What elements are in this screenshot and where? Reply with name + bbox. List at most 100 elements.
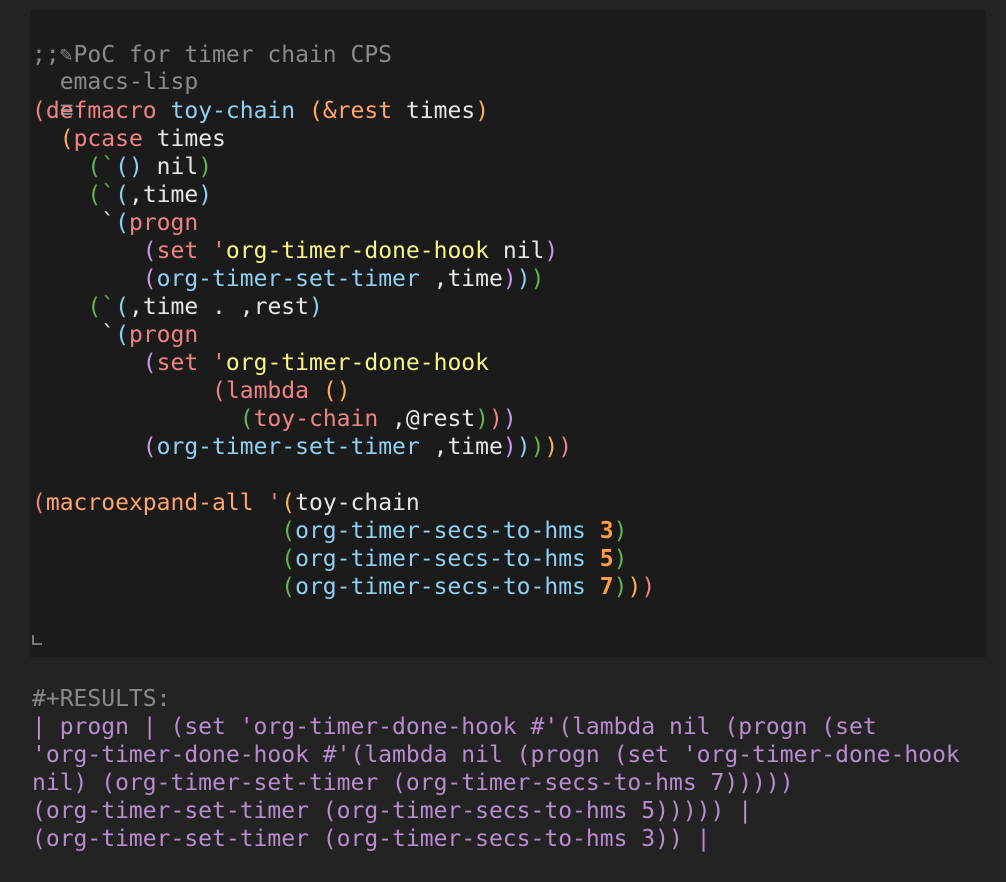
code-token: &rest bbox=[322, 98, 393, 124]
code-token: ) bbox=[502, 406, 517, 432]
code-line: (org-timer-set-timer ,time))) bbox=[32, 265, 545, 293]
code-token: ` bbox=[101, 182, 116, 208]
code-token: toy-chain bbox=[253, 406, 379, 432]
code-token: toy-chain bbox=[295, 490, 420, 516]
code-token: ' bbox=[267, 490, 282, 516]
results-line: nil) (org-timer-set-timer (org-timer-sec… bbox=[32, 770, 794, 796]
code-line: `(progn bbox=[32, 321, 198, 349]
code-line: (defmacro toy-chain (&rest times) bbox=[32, 97, 489, 125]
code-token: ( bbox=[59, 126, 74, 152]
code-token: toy-chain bbox=[170, 98, 296, 124]
language-label: emacs-lisp bbox=[59, 69, 199, 95]
code-token: ( bbox=[115, 294, 129, 320]
code-token: ( bbox=[115, 210, 129, 236]
code-line: (set 'org-timer-done-hook bbox=[32, 349, 489, 377]
code-token: ( bbox=[87, 182, 102, 208]
code-token: org-timer-secs-to-hms bbox=[295, 574, 586, 600]
code-token: ) bbox=[627, 574, 642, 600]
code-token: ) bbox=[530, 266, 545, 292]
code-token: defmacro bbox=[45, 98, 157, 124]
results-line: (org-timer-set-timer (org-timer-secs-to-… bbox=[32, 826, 711, 852]
results-line: 'org-timer-done-hook #'(lambda nil (prog… bbox=[32, 742, 960, 768]
code-token: ,@rest bbox=[378, 406, 476, 432]
code-line: (org-timer-secs-to-hms 7))) bbox=[32, 573, 655, 601]
code-token: ( bbox=[115, 182, 129, 208]
code-token: ) bbox=[641, 574, 656, 600]
code-line: (`(,time) bbox=[32, 181, 212, 209]
code-token: ,time . ,rest bbox=[128, 294, 309, 320]
code-token: ( bbox=[142, 238, 157, 264]
source-block-header[interactable]: ✎ emacs-lisp ≡ bbox=[32, 12, 198, 123]
code-token: ) bbox=[128, 154, 143, 180]
code-token: ( bbox=[87, 154, 102, 180]
code-line: (pcase times bbox=[32, 125, 226, 153]
code-token: ) bbox=[502, 266, 517, 292]
block-end-marker bbox=[32, 635, 42, 645]
results-header: #+RESULTS: bbox=[32, 686, 171, 712]
code-token: ' bbox=[212, 238, 226, 264]
code-token: 5 bbox=[599, 546, 614, 572]
code-token: org-timer-done-hook bbox=[225, 238, 490, 264]
code-token: ,time bbox=[128, 182, 199, 208]
code-token: ) bbox=[308, 294, 323, 320]
code-token: ) bbox=[530, 434, 545, 460]
code-token: ) bbox=[544, 434, 559, 460]
code-token: progn bbox=[128, 322, 199, 348]
code-token: pcase bbox=[73, 126, 143, 152]
code-token: ( bbox=[281, 518, 296, 544]
code-token: ( bbox=[281, 574, 296, 600]
code-token: ( bbox=[32, 98, 46, 124]
code-line: (`() nil) bbox=[32, 153, 212, 181]
code-line: (org-timer-secs-to-hms 5) bbox=[32, 545, 627, 573]
code-token: ) bbox=[613, 518, 628, 544]
code-token: ) bbox=[198, 154, 213, 180]
code-token: ( bbox=[281, 490, 296, 516]
code-token: ) bbox=[475, 406, 489, 432]
code-token: ) bbox=[516, 266, 531, 292]
code-token: set bbox=[156, 350, 199, 376]
code-token: ( bbox=[239, 406, 254, 432]
code-token: ( bbox=[87, 294, 102, 320]
code-token: 7 bbox=[599, 574, 614, 600]
code-token: ( bbox=[115, 154, 129, 180]
code-token: ( bbox=[142, 350, 157, 376]
code-token: ( bbox=[322, 378, 337, 404]
code-token: ` bbox=[101, 322, 116, 348]
code-token: ) bbox=[613, 546, 628, 572]
code-line: (toy-chain ,@rest))) bbox=[32, 405, 517, 433]
code-token: ' bbox=[212, 350, 226, 376]
code-token: times bbox=[392, 98, 476, 124]
code-token: ( bbox=[32, 490, 46, 516]
code-token: org-timer-set-timer bbox=[156, 266, 420, 292]
code-token: ) bbox=[558, 434, 573, 460]
code-line: (org-timer-set-timer ,time))))) bbox=[32, 433, 572, 461]
code-token: ) bbox=[502, 434, 517, 460]
code-line: `(progn bbox=[32, 209, 198, 237]
code-token: lambda bbox=[225, 378, 309, 404]
code-token: ) bbox=[544, 238, 559, 264]
code-token: nil bbox=[489, 238, 545, 264]
code-token: ` bbox=[101, 294, 116, 320]
